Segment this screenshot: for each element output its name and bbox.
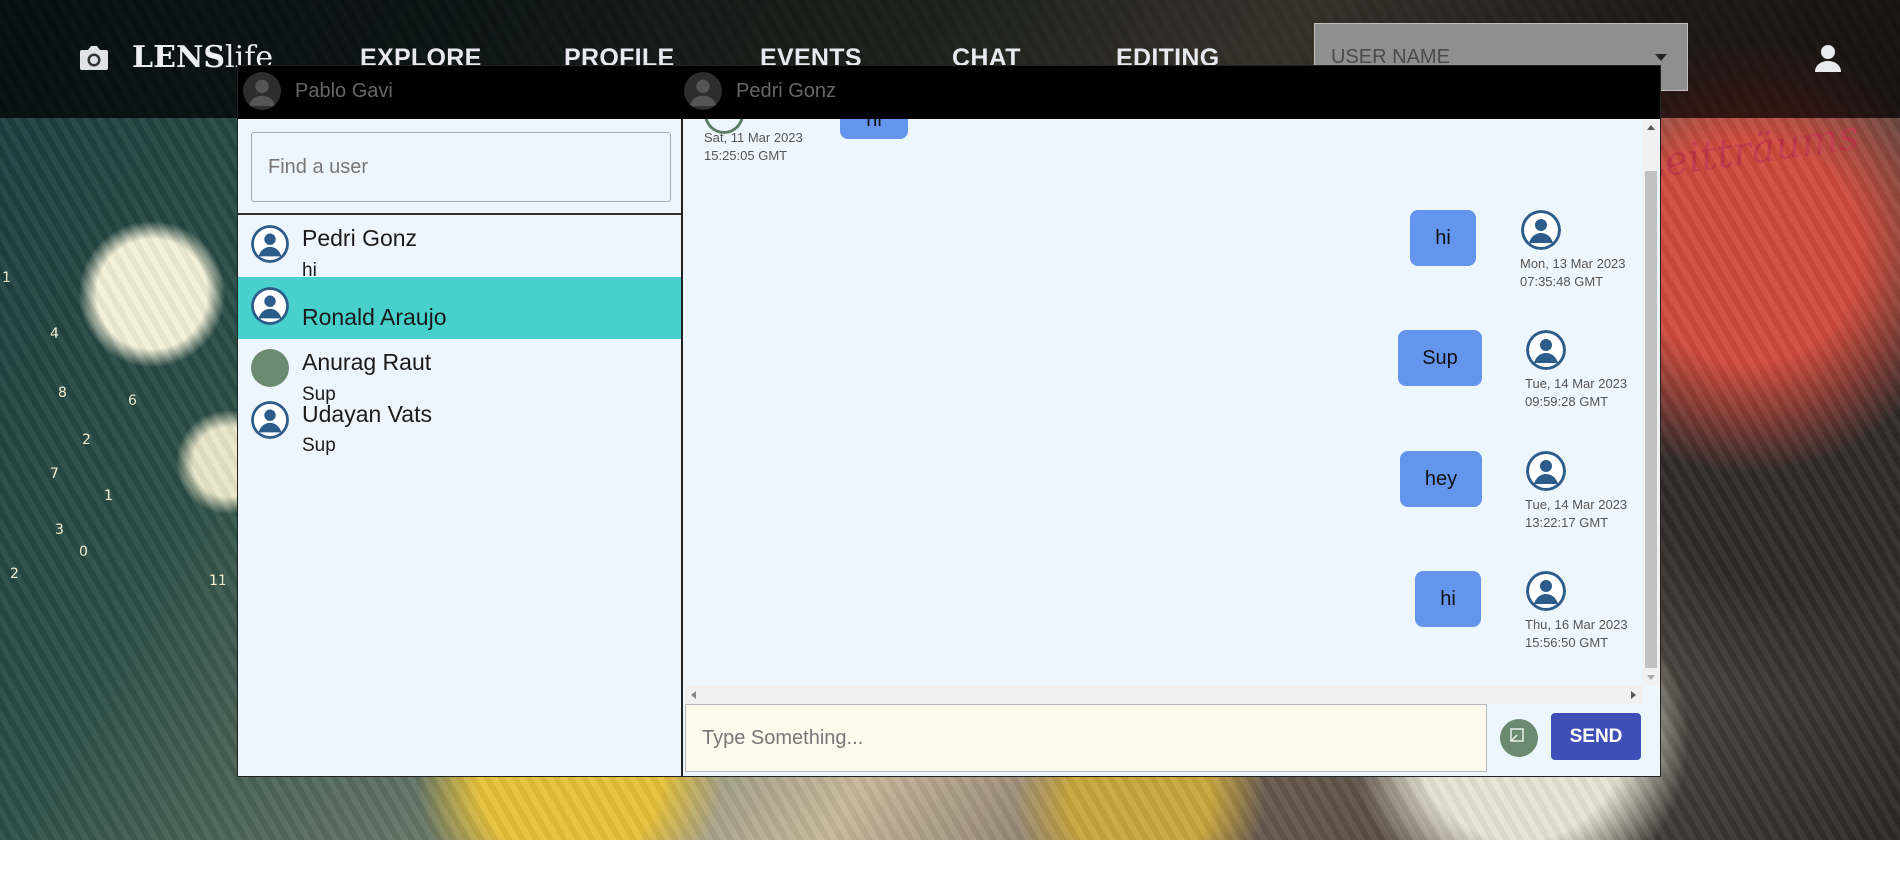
- user-avatar-icon: [243, 72, 281, 110]
- contact-item[interactable]: Anurag Raut Sup: [238, 339, 681, 405]
- user-avatar-icon: [684, 72, 722, 110]
- contacts-sidebar: Pedri Gonz hi Ronald Araujo Anurag Raut …: [238, 119, 683, 776]
- account-icon[interactable]: [1812, 42, 1844, 74]
- user-avatar-icon: [251, 401, 289, 439]
- send-button[interactable]: SEND: [1551, 713, 1641, 760]
- camera-icon: [80, 45, 108, 70]
- bg-number: 6: [128, 393, 137, 409]
- contact-name: Pedri Gonz: [302, 225, 418, 251]
- contact-name: Anurag Raut: [302, 349, 432, 375]
- bg-graffiti-text: Zeitträums: [1634, 112, 1863, 190]
- bg-number: 4: [50, 326, 59, 342]
- messages-vertical-scrollbar[interactable]: [1642, 119, 1660, 686]
- message-time: 15:56:50 GMT: [1525, 635, 1609, 650]
- message-time: 07:35:48 GMT: [1520, 274, 1604, 289]
- message-date: Sat, 11 Mar 2023: [704, 130, 803, 145]
- contact-item[interactable]: Pedri Gonz hi: [238, 215, 681, 281]
- scroll-right-arrow-icon[interactable]: [1631, 691, 1636, 699]
- bg-number: 2: [10, 566, 19, 582]
- message-date: Tue, 14 Mar 2023: [1525, 497, 1628, 512]
- user-avatar-icon: [1526, 330, 1566, 370]
- contact-item-active[interactable]: Ronald Araujo: [238, 277, 681, 339]
- bg-number: 7: [50, 466, 59, 482]
- bg-number: 1: [2, 270, 11, 286]
- chevron-down-icon: [1655, 54, 1667, 61]
- message-bubble: hi: [1410, 210, 1476, 266]
- bg-number: 0: [79, 544, 88, 560]
- message-bubble: hi: [1415, 571, 1481, 627]
- scroll-left-arrow-icon[interactable]: [691, 691, 696, 699]
- scroll-down-arrow-icon[interactable]: [1647, 675, 1655, 680]
- active-chat-name: Pedri Gonz: [736, 79, 837, 102]
- message-bubble: Sup: [1398, 330, 1482, 386]
- message-date: Thu, 16 Mar 2023: [1525, 617, 1628, 632]
- bg-number: 1: [104, 488, 113, 504]
- messages-horizontal-scrollbar[interactable]: [685, 686, 1642, 704]
- message-time: 15:25:05 GMT: [704, 148, 788, 163]
- message-bubble: hi: [840, 119, 908, 139]
- contact-item[interactable]: Udayan Vats Sup: [238, 401, 681, 463]
- search-area: [238, 119, 681, 215]
- chat-header: Pablo Gavi Pedri Gonz: [238, 66, 1660, 119]
- green-avatar: [251, 349, 289, 387]
- user-avatar-icon: [251, 287, 289, 325]
- current-user-name: Pablo Gavi: [295, 79, 393, 102]
- message-bubble: hey: [1400, 451, 1482, 507]
- bg-number: 11: [209, 573, 227, 589]
- message-composer: SEND: [685, 704, 1660, 776]
- active-chat-user: Pedri Gonz: [684, 72, 836, 110]
- user-avatar-icon: [1526, 571, 1566, 611]
- bg-number: 2: [82, 432, 91, 448]
- message-input[interactable]: [685, 704, 1487, 772]
- contact-name: Ronald Araujo: [302, 304, 447, 330]
- bg-number: 3: [55, 522, 64, 538]
- current-user: Pablo Gavi: [243, 72, 393, 110]
- user-avatar-icon: [1526, 451, 1566, 491]
- user-avatar-icon: [1521, 210, 1561, 250]
- chat-window: Pablo Gavi Pedri Gonz Pedri Gonz hi Rona…: [237, 65, 1661, 777]
- user-avatar-icon: [251, 225, 289, 263]
- contact-name: Udayan Vats: [302, 401, 432, 427]
- message-date: Tue, 14 Mar 2023: [1525, 376, 1628, 391]
- message-time: 13:22:17 GMT: [1525, 515, 1609, 530]
- messages-pane[interactable]: hi Sat, 11 Mar 2023 15:25:05 GMT hi Mon,…: [685, 119, 1642, 686]
- find-user-input[interactable]: [251, 132, 671, 202]
- scroll-up-arrow-icon[interactable]: [1647, 125, 1655, 130]
- scroll-thumb[interactable]: [1645, 171, 1657, 668]
- message-time: 09:59:28 GMT: [1525, 394, 1609, 409]
- bg-number: 5: [100, 290, 109, 306]
- contact-last-message: Sup: [302, 435, 336, 456]
- bg-number: 8: [58, 385, 67, 401]
- message-date: Mon, 13 Mar 2023: [1520, 256, 1626, 271]
- image-attach-icon[interactable]: [1500, 719, 1538, 757]
